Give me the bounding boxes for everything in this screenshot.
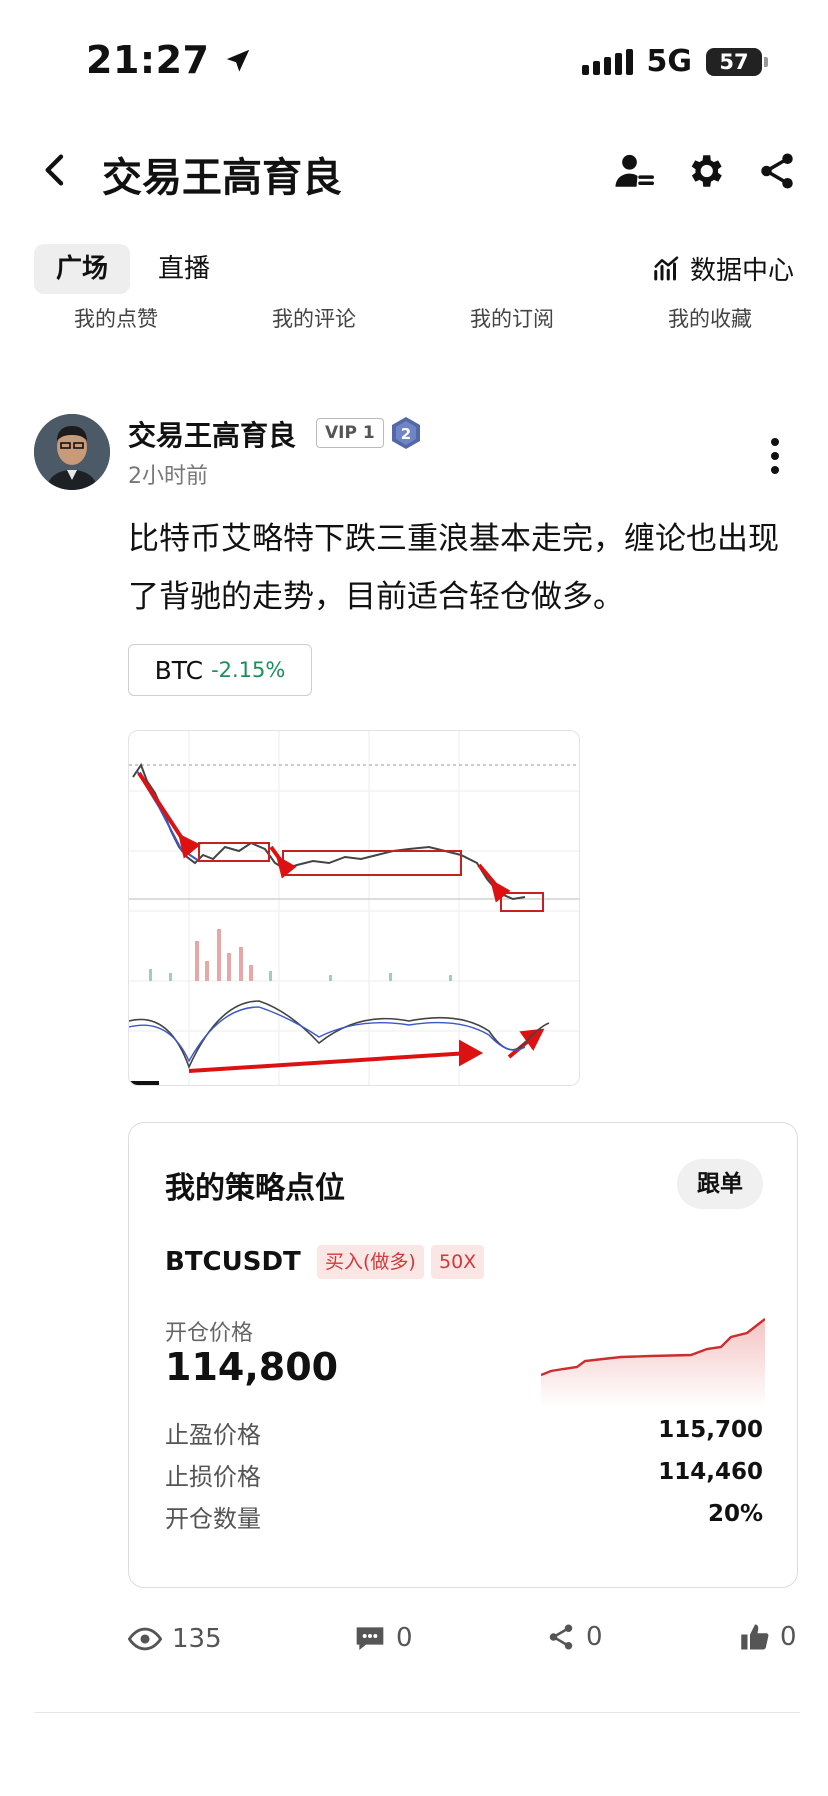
share-icon[interactable] [756, 150, 798, 192]
eye-icon [128, 1627, 162, 1651]
leverage-tag: 50X [431, 1245, 485, 1279]
open-price-label: 开仓价格 [165, 1321, 254, 1346]
status-time: 21:27 [86, 38, 253, 82]
open-price-value: 114,800 [165, 1345, 339, 1389]
data-center-link[interactable]: 数据中心 [652, 250, 794, 287]
follow-button[interactable]: 跟单 [677, 1159, 763, 1209]
data-center-label: 数据中心 [689, 256, 794, 286]
divider [34, 1712, 800, 1713]
thumbs-up-icon [741, 1624, 769, 1650]
level-badge: 2 [392, 417, 420, 449]
signal-icon [581, 48, 633, 75]
vip-badge: VIP 1 [316, 418, 384, 448]
views-stat: 135 [128, 1622, 222, 1656]
subnav-favorites[interactable]: 我的收藏 [610, 303, 810, 333]
comment-icon [356, 1627, 384, 1650]
strategy-title: 我的策略点位 [165, 1171, 345, 1206]
chart-image[interactable] [128, 730, 580, 1086]
likes-count: 0 [780, 1622, 797, 1652]
strategy-card: 我的策略点位 跟单 BTCUSDT 买入(做多) 50X 开仓价格 114,80… [128, 1122, 798, 1588]
author-name[interactable]: 交易王高育良 [128, 414, 296, 454]
likes-stat[interactable]: 0 [740, 1622, 797, 1652]
comments-count: 0 [396, 1623, 413, 1653]
subnav-subscriptions[interactable]: 我的订阅 [412, 303, 612, 333]
comments-stat[interactable]: 0 [354, 1622, 413, 1654]
trading-pair: BTCUSDT [165, 1247, 301, 1277]
ticker-chip[interactable]: BTC -2.15% [128, 644, 312, 696]
more-options-icon[interactable] [770, 436, 780, 476]
gear-icon[interactable] [684, 150, 726, 192]
location-arrow-icon [226, 49, 250, 72]
battery-icon: 57 [706, 47, 768, 76]
svg-text:2: 2 [401, 425, 411, 443]
post-time: 2小时前 [128, 464, 208, 489]
stop-loss-label: 止损价格 [165, 1463, 261, 1491]
views-count: 135 [172, 1624, 222, 1654]
subnav-likes[interactable]: 我的点赞 [16, 303, 216, 333]
stop-loss-value: 114,460 [658, 1459, 763, 1485]
user-follow-icon[interactable] [612, 150, 654, 192]
position-size-label: 开仓数量 [165, 1505, 261, 1533]
subnav-comments[interactable]: 我的评论 [214, 303, 414, 333]
network-label: 5G [646, 44, 693, 79]
shares-stat[interactable]: 0 [546, 1622, 603, 1652]
ticker-symbol: BTC [154, 655, 204, 685]
back-icon[interactable] [36, 150, 76, 190]
avatar[interactable] [34, 414, 110, 490]
share-icon [549, 1624, 573, 1650]
tab-live[interactable]: 直播 [136, 244, 232, 294]
status-indicators: 5G 57 [581, 44, 768, 79]
chart-icon [654, 256, 679, 280]
page-title: 交易王高育良 [102, 155, 342, 201]
side-tag: 买入(做多) [317, 1245, 424, 1279]
ticker-change: -2.15% [211, 658, 286, 682]
shares-count: 0 [586, 1622, 603, 1652]
tab-square[interactable]: 广场 [34, 244, 131, 294]
take-profit-label: 止盈价格 [165, 1421, 261, 1449]
position-size-value: 20% [707, 1501, 763, 1527]
take-profit-value: 115,700 [658, 1417, 763, 1443]
post-content: 比特币艾略特下跌三重浪基本走完，缠论也出现了背驰的走势，目前适合轻仓做多。 [128, 521, 779, 615]
price-sparkline [541, 1318, 765, 1407]
